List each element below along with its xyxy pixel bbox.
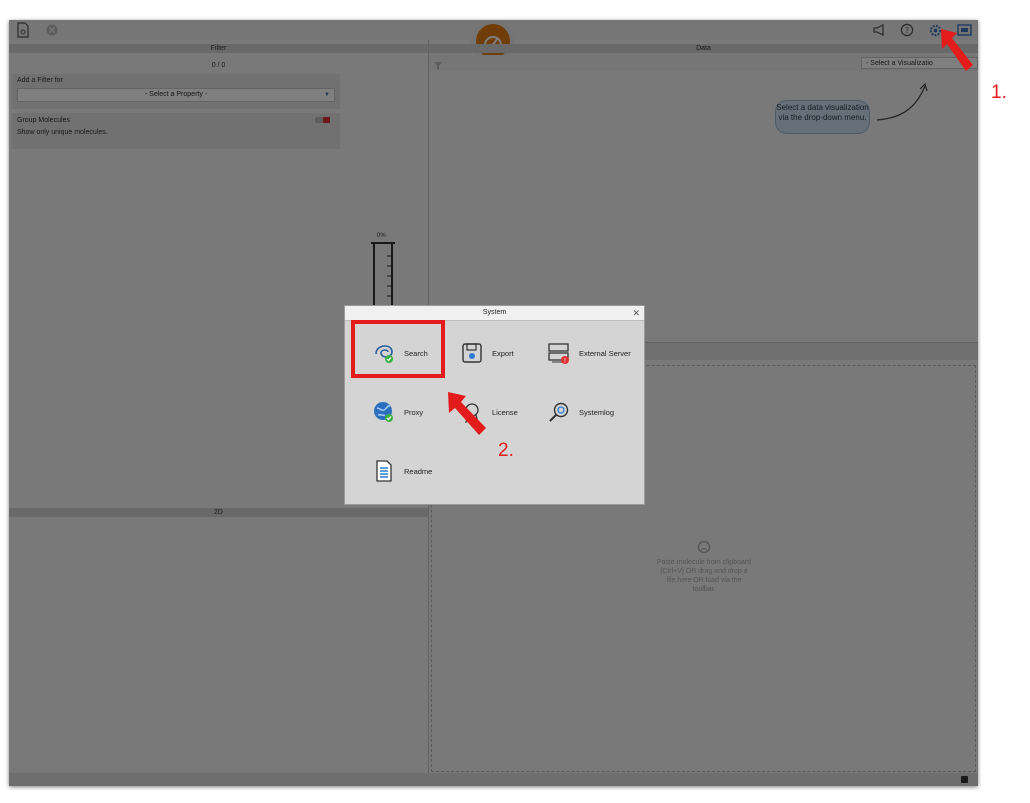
dialog-item-export[interactable]: Export — [460, 340, 514, 366]
server-icon: ! — [547, 341, 571, 365]
dialog-item-proxy[interactable]: Proxy — [372, 399, 423, 425]
dialog-item-label: Systemlog — [579, 407, 615, 417]
dialog-item-readme[interactable]: Readme — [372, 458, 432, 484]
step1-arrow-icon — [941, 29, 973, 71]
magnifier-log-icon — [547, 400, 571, 424]
dialog-item-label: External Server — [579, 348, 631, 358]
svg-text:!: ! — [564, 358, 566, 365]
step2-label: 2. — [498, 440, 514, 461]
search-highlight-box — [351, 320, 445, 378]
system-dialog-title: System — [345, 306, 644, 321]
dialog-item-external-server[interactable]: ! External Server — [547, 340, 631, 366]
dialog-item-systemlog[interactable]: Systemlog — [547, 399, 614, 425]
globe-icon — [372, 400, 396, 424]
document-icon — [372, 459, 396, 483]
dialog-item-label: Readme — [404, 466, 433, 476]
close-icon[interactable]: ✕ — [632, 308, 640, 318]
dialog-item-label: Proxy — [404, 407, 424, 417]
step2-arrow-icon — [448, 392, 486, 435]
step1-label: 1. — [991, 82, 1007, 103]
dialog-item-label: Export — [492, 348, 514, 358]
floppy-disk-icon — [460, 341, 484, 365]
